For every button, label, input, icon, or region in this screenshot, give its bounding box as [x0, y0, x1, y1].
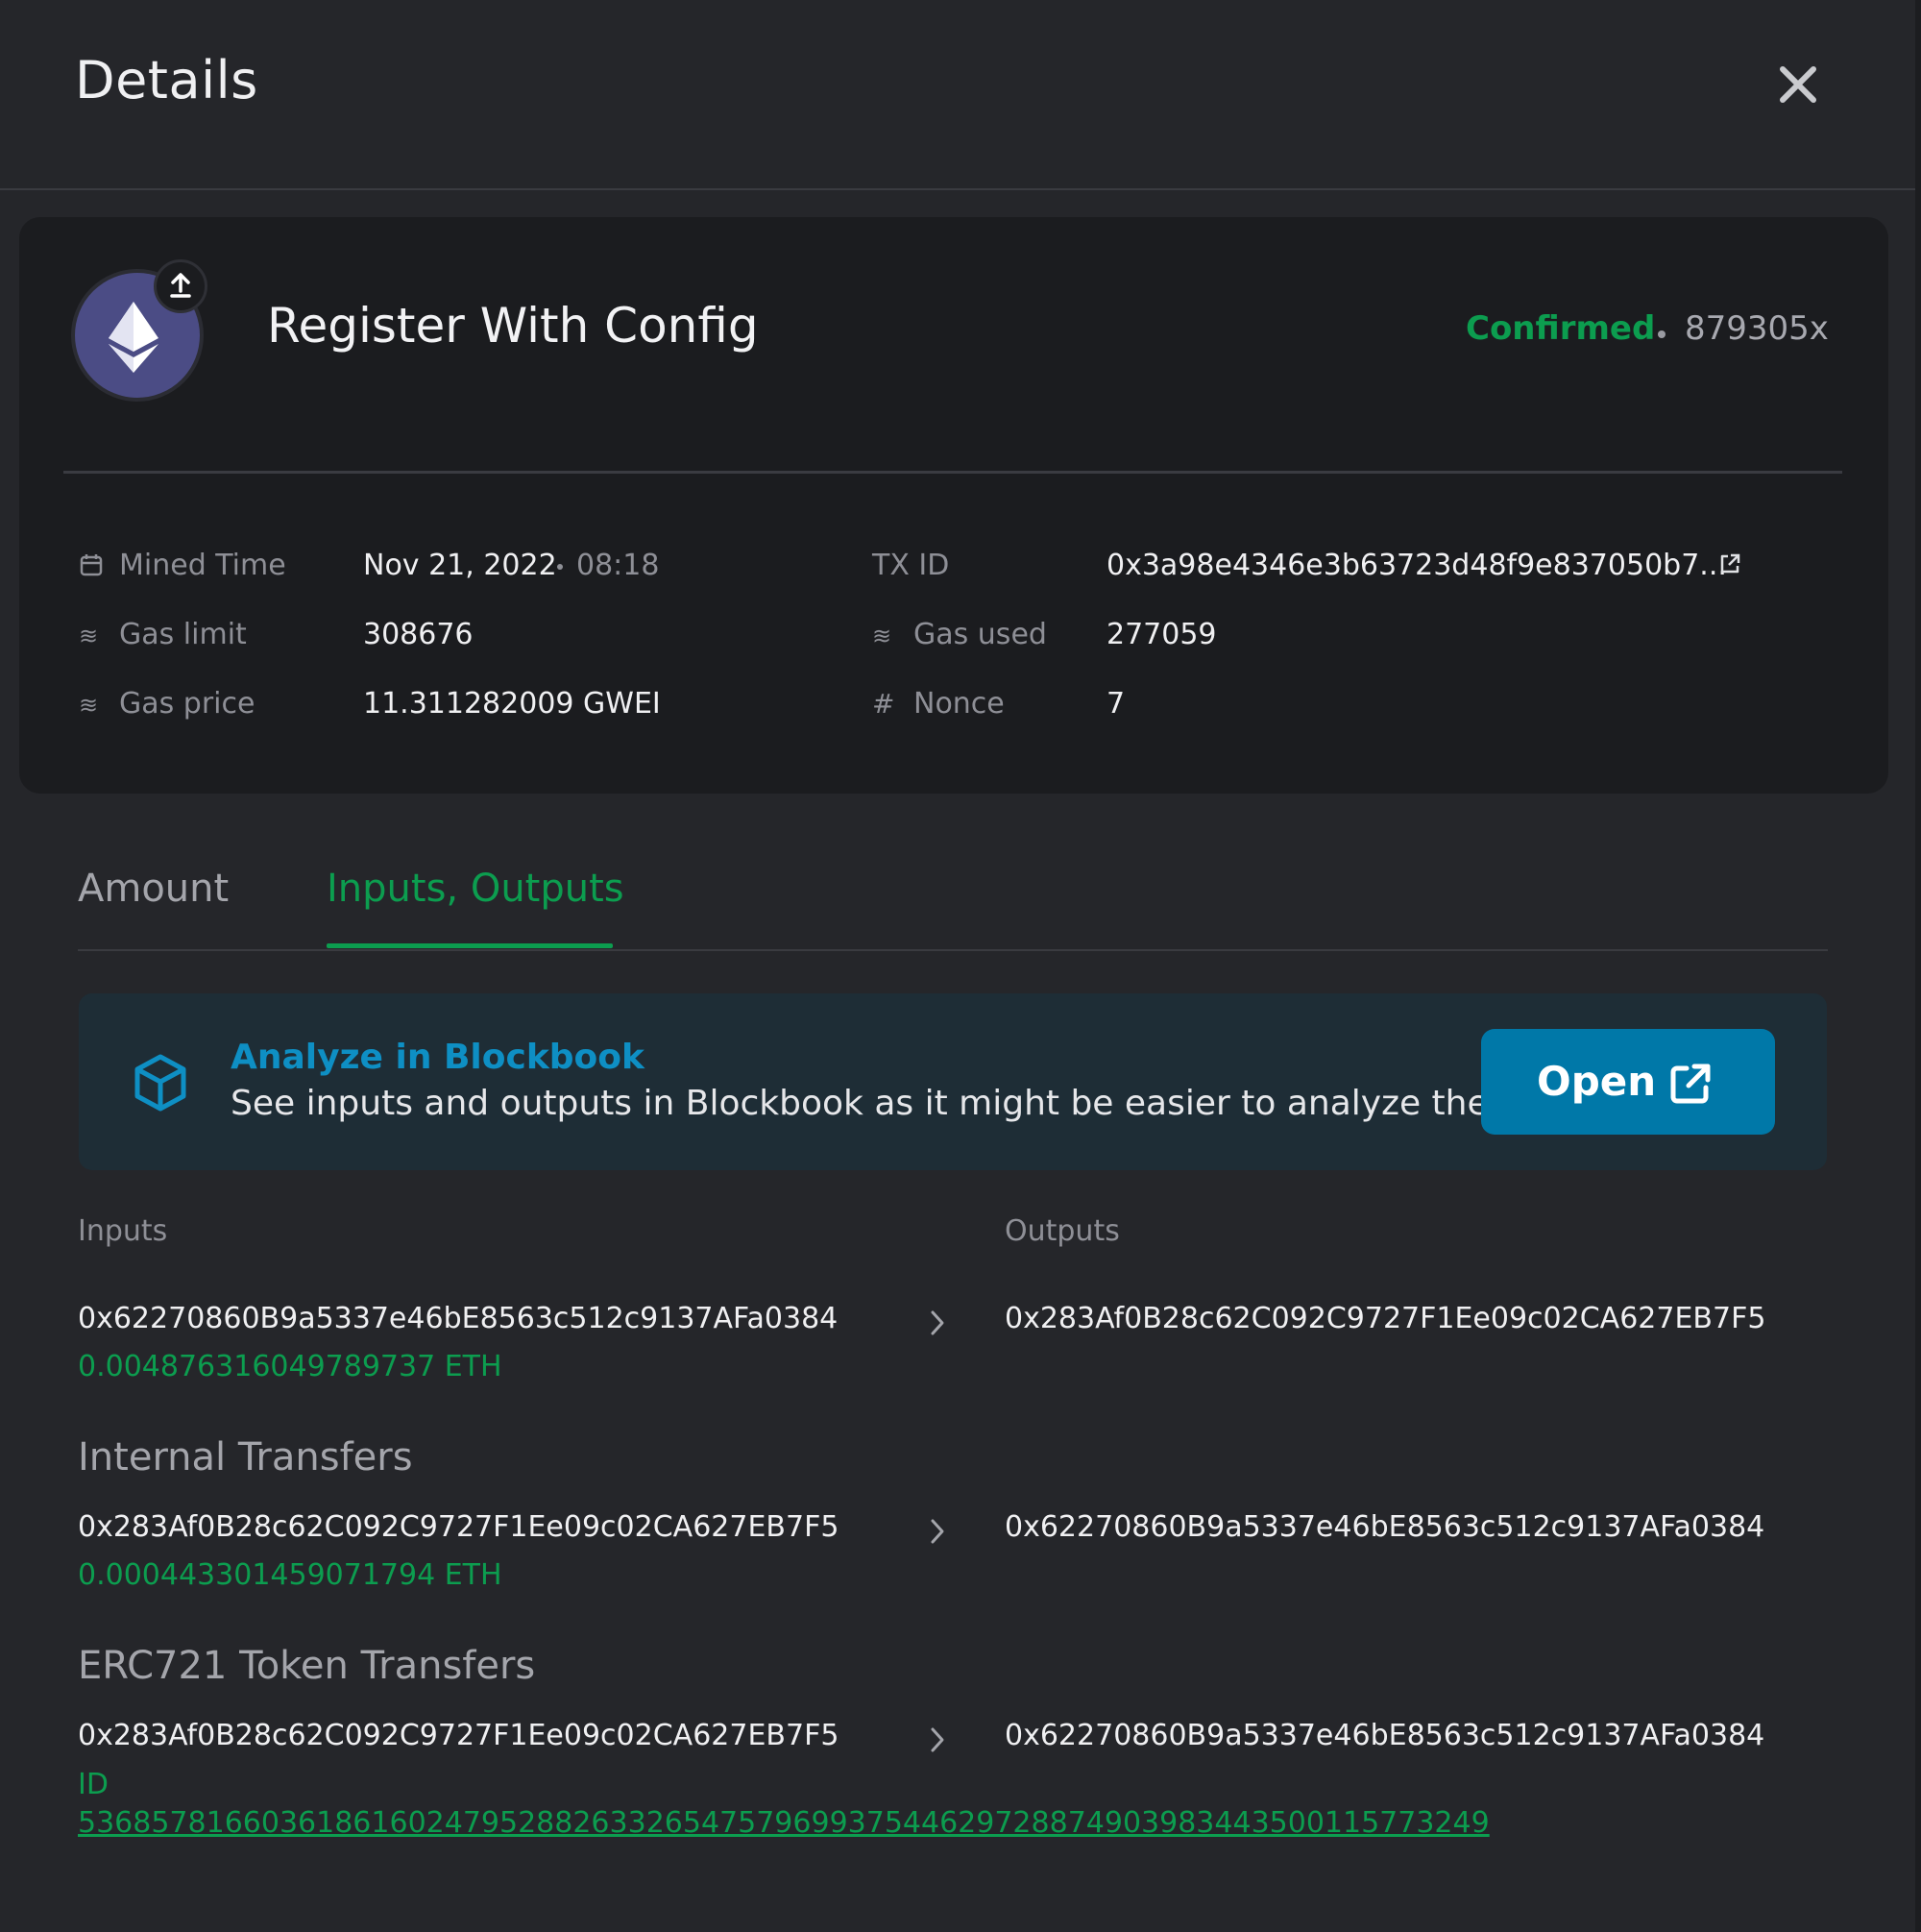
gas-icon: ≋ — [79, 623, 99, 649]
external-link-icon[interactable] — [1717, 551, 1742, 580]
gas-used-value: 277059 — [1106, 618, 1217, 651]
internal-transfers-title: Internal Transfers — [78, 1435, 413, 1480]
input-amount: 0.004876316049789737 ETH — [78, 1350, 502, 1383]
banner-description: See inputs and outputs in Blockbook as i… — [231, 1084, 1523, 1123]
card-divider — [63, 471, 1842, 474]
ethereum-icon — [109, 302, 158, 373]
gas-price-label: Gas price — [119, 687, 255, 721]
gas-used-label: Gas used — [913, 618, 1047, 651]
tabs-divider — [78, 949, 1828, 951]
calendar-icon — [79, 552, 104, 581]
page-title: Details — [75, 50, 258, 110]
open-blockbook-button[interactable]: Open — [1481, 1029, 1775, 1135]
open-button-label: Open — [1537, 1058, 1657, 1105]
gas-icon: ≋ — [872, 623, 892, 649]
confirmations-count: 879305x — [1685, 309, 1829, 348]
header-divider — [0, 188, 1915, 190]
mined-date: Nov 21, 2022 — [363, 549, 557, 582]
transaction-title: Register With Config — [267, 298, 759, 354]
chevron-right-icon — [928, 1517, 947, 1550]
gas-icon: ≋ — [79, 692, 99, 719]
gas-price-value: 11.311282009 GWEI — [363, 687, 661, 721]
mined-time-label: Mined Time — [119, 549, 286, 582]
separator-dot — [557, 564, 563, 570]
tab-amount[interactable]: Amount — [78, 867, 229, 911]
token-id-link[interactable]: 5368578166036186160247952882633265475796… — [78, 1806, 1490, 1840]
internal-from-address[interactable]: 0x283Af0B28c62C092C9727F1Ee09c02CA627EB7… — [78, 1510, 839, 1544]
hash-icon: # — [872, 688, 895, 720]
erc721-from-address[interactable]: 0x283Af0B28c62C092C9727F1Ee09c02CA627EB7… — [78, 1719, 839, 1752]
separator-dot — [1658, 330, 1666, 338]
internal-to-address[interactable]: 0x62270860B9a5337e46bE8563c512c9137AFa03… — [1005, 1510, 1764, 1544]
banner-title: Analyze in Blockbook — [231, 1038, 644, 1077]
panel-edge — [1915, 0, 1921, 1932]
inputs-label: Inputs — [78, 1214, 168, 1248]
input-address[interactable]: 0x62270860B9a5337e46bE8563c512c9137AFa03… — [78, 1302, 838, 1335]
nonce-label: Nonce — [913, 687, 1005, 721]
status-label: Confirmed — [1466, 309, 1656, 348]
chevron-right-icon — [928, 1725, 947, 1758]
erc721-transfers-title: ERC721 Token Transfers — [78, 1644, 536, 1688]
output-address[interactable]: 0x283Af0B28c62C092C9727F1Ee09c02CA627EB7… — [1005, 1302, 1765, 1335]
token-id-label: ID — [78, 1768, 109, 1801]
external-link-icon — [1670, 1064, 1711, 1104]
erc721-to-address[interactable]: 0x62270860B9a5337e46bE8563c512c9137AFa03… — [1005, 1719, 1764, 1752]
upload-arrow-icon — [170, 273, 191, 298]
outputs-label: Outputs — [1005, 1214, 1120, 1248]
gas-limit-value: 308676 — [363, 618, 474, 651]
close-icon — [1780, 66, 1816, 103]
gas-limit-label: Gas limit — [119, 618, 247, 651]
tab-inputs-outputs[interactable]: Inputs, Outputs — [327, 867, 624, 911]
cube-icon — [133, 1053, 188, 1116]
sent-badge — [154, 259, 207, 313]
chevron-right-icon — [928, 1308, 947, 1341]
internal-amount: 0.000443301459071794 ETH — [78, 1558, 502, 1592]
txid-label: TX ID — [872, 549, 950, 582]
active-tab-indicator — [327, 943, 613, 948]
nonce-value: 7 — [1106, 687, 1126, 721]
mined-time: 08:18 — [576, 549, 660, 582]
txid-value: 0x3a98e4346e3b63723d48f9e837050b7... — [1106, 549, 1727, 582]
close-button[interactable] — [1775, 61, 1821, 108]
